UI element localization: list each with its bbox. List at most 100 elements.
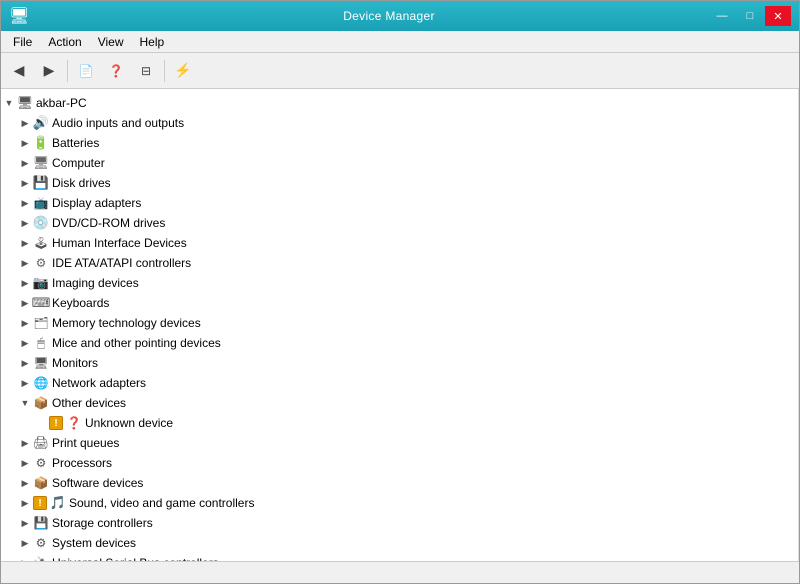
tree-item-dvd[interactable]: ▶ 💿 DVD/CD-ROM drives xyxy=(1,213,798,233)
system-label: System devices xyxy=(52,536,136,550)
software-icon: 📦 xyxy=(33,475,49,491)
tree-item-print[interactable]: ▶ 🖨 Print queues xyxy=(1,433,798,453)
tree-item-computer[interactable]: ▶ 🖥 Computer xyxy=(1,153,798,173)
batteries-expander[interactable]: ▶ xyxy=(17,135,33,151)
tree-item-network[interactable]: ▶ 🌐 Network adapters xyxy=(1,373,798,393)
imaging-expander[interactable]: ▶ xyxy=(17,275,33,291)
status-bar xyxy=(1,561,799,583)
ide-icon: ⚙ xyxy=(33,255,49,271)
tree-item-ide[interactable]: ▶ ⚙ IDE ATA/ATAPI controllers xyxy=(1,253,798,273)
display-icon: 📺 xyxy=(33,195,49,211)
root-expander[interactable]: ▼ xyxy=(1,95,17,111)
menu-action[interactable]: Action xyxy=(40,33,89,51)
display-label: Display adapters xyxy=(52,196,141,210)
properties-button[interactable]: 📄 xyxy=(72,57,100,85)
system-expander[interactable]: ▶ xyxy=(17,535,33,551)
network-expander[interactable]: ▶ xyxy=(17,375,33,391)
network-label: Network adapters xyxy=(52,376,146,390)
tree-item-other[interactable]: ▼ 📦 Other devices xyxy=(1,393,798,413)
other-icon: 📦 xyxy=(33,395,49,411)
storage-expander[interactable]: ▶ xyxy=(17,515,33,531)
root-label: akbar-PC xyxy=(36,96,87,110)
mice-label: Mice and other pointing devices xyxy=(52,336,221,350)
storage-label: Storage controllers xyxy=(52,516,153,530)
uninstall-button[interactable]: ⊟ xyxy=(132,57,160,85)
menu-bar: File Action View Help xyxy=(1,31,799,53)
hid-icon: 🕹 xyxy=(33,235,49,251)
tree-item-sound[interactable]: ▶ ! 🎵 Sound, video and game controllers xyxy=(1,493,798,513)
tree-item-display[interactable]: ▶ 📺 Display adapters xyxy=(1,193,798,213)
minimize-button[interactable]: — xyxy=(709,6,735,26)
system-icon: ⚙ xyxy=(33,535,49,551)
audio-expander[interactable]: ▶ xyxy=(17,115,33,131)
tree-item-keyboards[interactable]: ▶ ⌨ Keyboards xyxy=(1,293,798,313)
storage-icon: 💾 xyxy=(33,515,49,531)
menu-file[interactable]: File xyxy=(5,33,40,51)
title-bar: 🖥 Device Manager — □ ✕ xyxy=(1,1,799,31)
root-icon: 🖥 xyxy=(17,95,33,111)
computer-icon: 🖥 xyxy=(33,155,49,171)
keyboards-expander[interactable]: ▶ xyxy=(17,295,33,311)
tree-item-processors[interactable]: ▶ ⚙ Processors xyxy=(1,453,798,473)
hid-expander[interactable]: ▶ xyxy=(17,235,33,251)
monitors-expander[interactable]: ▶ xyxy=(17,355,33,371)
sound-expander[interactable]: ▶ xyxy=(17,495,33,511)
tree-item-system[interactable]: ▶ ⚙ System devices xyxy=(1,533,798,553)
print-label: Print queues xyxy=(52,436,119,450)
warning-badge-unknown: ! xyxy=(49,416,63,430)
tree-item-batteries[interactable]: ▶ 🔋 Batteries xyxy=(1,133,798,153)
print-icon: 🖨 xyxy=(33,435,49,451)
processors-expander[interactable]: ▶ xyxy=(17,455,33,471)
tree-item-memory[interactable]: ▶ 🗂 Memory technology devices xyxy=(1,313,798,333)
software-expander[interactable]: ▶ xyxy=(17,475,33,491)
toolbar-separator-2 xyxy=(164,60,165,82)
tree-item-monitors[interactable]: ▶ 🖥 Monitors xyxy=(1,353,798,373)
tree-item-usb[interactable]: ▶ 🔌 Universal Serial Bus controllers xyxy=(1,553,798,561)
imaging-label: Imaging devices xyxy=(52,276,139,290)
monitors-icon: 🖥 xyxy=(33,355,49,371)
tree-item-audio[interactable]: ▶ 🔊 Audio inputs and outputs xyxy=(1,113,798,133)
tree-item-imaging[interactable]: ▶ 📷 Imaging devices xyxy=(1,273,798,293)
display-expander[interactable]: ▶ xyxy=(17,195,33,211)
memory-expander[interactable]: ▶ xyxy=(17,315,33,331)
keyboard-icon: ⌨ xyxy=(33,295,49,311)
tree-item-storage[interactable]: ▶ 💾 Storage controllers xyxy=(1,513,798,533)
mice-icon: 🖱 xyxy=(33,335,49,351)
menu-view[interactable]: View xyxy=(90,33,132,51)
ide-expander[interactable]: ▶ xyxy=(17,255,33,271)
print-expander[interactable]: ▶ xyxy=(17,435,33,451)
menu-help[interactable]: Help xyxy=(132,33,173,51)
sound-label: Sound, video and game controllers xyxy=(69,496,254,510)
other-expander[interactable]: ▼ xyxy=(17,395,33,411)
forward-button[interactable]: ▶ xyxy=(35,57,63,85)
maximize-button[interactable]: □ xyxy=(737,6,763,26)
disk-expander[interactable]: ▶ xyxy=(17,175,33,191)
memory-icon: 🗂 xyxy=(33,315,49,331)
dvd-icon: 💿 xyxy=(33,215,49,231)
tree-item-software[interactable]: ▶ 📦 Software devices xyxy=(1,473,798,493)
keyboards-label: Keyboards xyxy=(52,296,109,310)
tree-item-mice[interactable]: ▶ 🖱 Mice and other pointing devices xyxy=(1,333,798,353)
disk-label: Disk drives xyxy=(52,176,111,190)
computer-label: Computer xyxy=(52,156,105,170)
tree-item-hid[interactable]: ▶ 🕹 Human Interface Devices xyxy=(1,233,798,253)
warning-badge-sound: ! xyxy=(33,496,47,510)
computer-expander[interactable]: ▶ xyxy=(17,155,33,171)
sound-icon: 🎵 xyxy=(50,495,66,511)
close-button[interactable]: ✕ xyxy=(765,6,791,26)
software-label: Software devices xyxy=(52,476,143,490)
audio-icon: 🔊 xyxy=(33,115,49,131)
back-button[interactable]: ◀ xyxy=(5,57,33,85)
tree-item-unknown[interactable]: ▶ ! ❓ Unknown device xyxy=(1,413,798,433)
hid-label: Human Interface Devices xyxy=(52,236,187,250)
tree-root[interactable]: ▼ 🖥 akbar-PC xyxy=(1,93,798,113)
device-tree[interactable]: ▼ 🖥 akbar-PC ▶ 🔊 Audio inputs and output… xyxy=(1,89,799,561)
window-controls: — □ ✕ xyxy=(709,6,791,26)
dvd-expander[interactable]: ▶ xyxy=(17,215,33,231)
update-driver-button[interactable]: ❓ xyxy=(102,57,130,85)
mice-expander[interactable]: ▶ xyxy=(17,335,33,351)
other-label: Other devices xyxy=(52,396,126,410)
monitors-label: Monitors xyxy=(52,356,98,370)
tree-item-disk[interactable]: ▶ 💾 Disk drives xyxy=(1,173,798,193)
scan-button[interactable]: ⚡ xyxy=(169,57,197,85)
